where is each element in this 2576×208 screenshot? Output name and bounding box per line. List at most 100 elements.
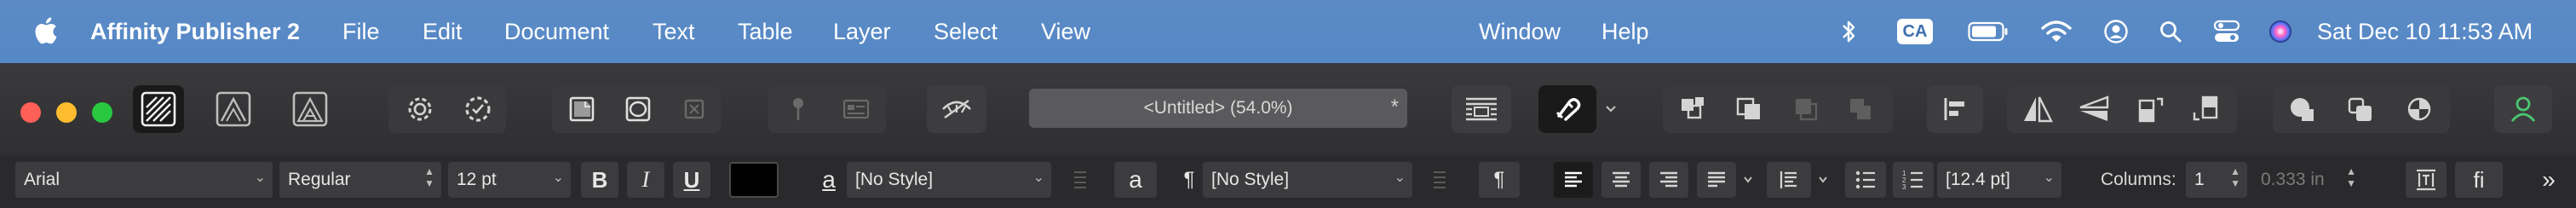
pinning-options-button[interactable] (830, 85, 883, 133)
menu-layer[interactable]: Layer (833, 0, 891, 63)
rotate-left-button[interactable] (2123, 85, 2177, 133)
justify-button[interactable] (1697, 162, 1736, 198)
text-frame-button[interactable] (2406, 162, 2447, 198)
window-zoom-button[interactable] (92, 102, 112, 123)
font-size-value: 12 pt (457, 170, 497, 189)
subtract-geometry-button[interactable] (2334, 85, 2389, 133)
rotate-right-button[interactable] (2179, 85, 2234, 133)
battery-icon[interactable] (1964, 0, 2012, 63)
bluetooth-icon[interactable] (1838, 0, 1859, 63)
pin-button[interactable] (772, 85, 825, 133)
move-back-one-button[interactable] (1722, 85, 1777, 133)
align-center-icon (1613, 171, 1630, 188)
control-center-icon[interactable] (2210, 0, 2244, 63)
window-close-button[interactable] (20, 102, 41, 123)
document-title-bar[interactable]: <Untitled> (54.0%) * (1029, 89, 1407, 128)
font-style-value: Regular (288, 170, 351, 189)
menu-window[interactable]: Window (1479, 0, 1561, 63)
preview-mode-button[interactable] (927, 85, 986, 133)
font-size-field[interactable]: 12 pt ⌄ (448, 162, 571, 198)
align-center-button[interactable] (1601, 162, 1641, 198)
chevron-down-icon (1606, 106, 1616, 113)
font-family-select[interactable]: Arial ⌄ (15, 162, 273, 198)
menu-select[interactable]: Select (934, 0, 998, 63)
apple-icon[interactable] (32, 15, 58, 46)
text-wrap-button[interactable] (1452, 85, 1511, 133)
align-button[interactable] (1927, 85, 1983, 133)
add-geometry-button[interactable] (2276, 85, 2331, 133)
menubar-clock[interactable]: Sat Dec 10 11:53 AM (2317, 0, 2533, 63)
paragraph-style-select[interactable]: [No Style] ⌄ (1203, 162, 1412, 198)
move-back-icon (1736, 97, 1760, 119)
account-button[interactable] (2494, 85, 2552, 133)
input-source-indicator[interactable]: CA (1893, 0, 1937, 63)
move-to-front-button[interactable] (1835, 85, 1889, 133)
justification-dropdown[interactable] (1738, 162, 1758, 198)
publisher-persona-button[interactable] (133, 85, 184, 133)
siri-icon[interactable] (2264, 0, 2297, 63)
wifi-icon[interactable] (2038, 0, 2075, 63)
flip-vertical-button[interactable] (2067, 85, 2121, 133)
menu-bar: Affinity Publisher 2 File Edit Document … (0, 0, 2576, 63)
edit-spread-button[interactable] (612, 85, 664, 133)
chevron-down-icon: ⌄ (552, 170, 564, 185)
paragraph-a-button[interactable]: a (1114, 162, 1157, 198)
document-title: <Untitled> (54.0%) (1143, 98, 1293, 118)
flip-horizontal-button[interactable] (2010, 85, 2065, 133)
vertical-align-button[interactable] (1767, 162, 1811, 198)
photo-persona-button[interactable] (285, 85, 336, 133)
subtract-shapes-icon (2348, 97, 2372, 121)
menu-edit[interactable]: Edit (423, 0, 463, 63)
chevron-down-icon: ⌄ (1394, 170, 1406, 185)
vertical-align-dropdown[interactable] (1813, 162, 1833, 198)
align-right-button[interactable] (1649, 162, 1688, 198)
bulleted-list-button[interactable] (1845, 162, 1886, 198)
chevron-down-icon (1819, 176, 1827, 183)
menu-help[interactable]: Help (1601, 0, 1649, 63)
numbered-list-button[interactable]: 123 (1893, 162, 1934, 198)
gutter-field[interactable]: 0.333 in ▲ ▼ (2252, 162, 2363, 198)
character-style-options-button[interactable] (1061, 162, 1099, 198)
align-left-button[interactable] (1554, 162, 1593, 198)
main-toolbar: <Untitled> (54.0%) * (0, 63, 2576, 155)
toolbar-overflow-button[interactable]: » (2533, 162, 2564, 198)
bold-button[interactable]: B (581, 162, 618, 198)
menu-document[interactable]: Document (504, 0, 609, 63)
window-minimize-button[interactable] (56, 102, 77, 123)
menu-table[interactable]: Table (738, 0, 793, 63)
italic-button[interactable]: I (627, 162, 664, 198)
leading-field[interactable]: [12.4 pt] ⌄ (1937, 162, 2061, 198)
text-color-swatch[interactable] (729, 162, 779, 198)
intersect-geometry-button[interactable] (2392, 85, 2447, 133)
edit-master-button[interactable] (555, 85, 608, 133)
character-style-select[interactable]: [No Style] ⌄ (847, 162, 1051, 198)
underline-button[interactable]: U (673, 162, 710, 198)
spotlight-search-icon[interactable] (2153, 0, 2188, 63)
move-forward-one-button[interactable] (1779, 85, 1833, 133)
document-setup-button[interactable] (394, 85, 446, 133)
spread-icon (625, 96, 651, 122)
preflight-button[interactable] (451, 85, 504, 133)
gutter-value: 0.333 in (2261, 170, 2325, 189)
ligatures-button[interactable]: fi (2455, 162, 2503, 198)
number-list-icon: 123 (1902, 170, 1923, 191)
convert-frame-button[interactable] (668, 85, 721, 133)
align-left-icon (1565, 171, 1582, 188)
user-account-icon[interactable] (2099, 0, 2133, 63)
paragraph-panel-button[interactable]: ¶ (1479, 162, 1520, 198)
gear-icon (408, 97, 432, 121)
menu-view[interactable]: View (1041, 0, 1090, 63)
master-page-icon (569, 96, 595, 122)
paragraph-style-value: [No Style] (1211, 170, 1290, 189)
designer-persona-button[interactable] (208, 85, 259, 133)
paragraph-style-options-button[interactable] (1421, 162, 1458, 198)
font-style-select[interactable]: Regular ▲ ▼ (279, 162, 441, 198)
user-icon (2510, 96, 2536, 122)
columns-field[interactable]: 1 ▲ ▼ (2186, 162, 2247, 198)
snapping-options-dropdown[interactable] (1598, 85, 1624, 133)
menu-text[interactable]: Text (653, 0, 695, 63)
menu-app-name[interactable]: Affinity Publisher 2 (90, 0, 300, 63)
menu-file[interactable]: File (342, 0, 380, 63)
move-to-back-button[interactable] (1666, 85, 1721, 133)
snapping-button[interactable] (1538, 85, 1596, 133)
